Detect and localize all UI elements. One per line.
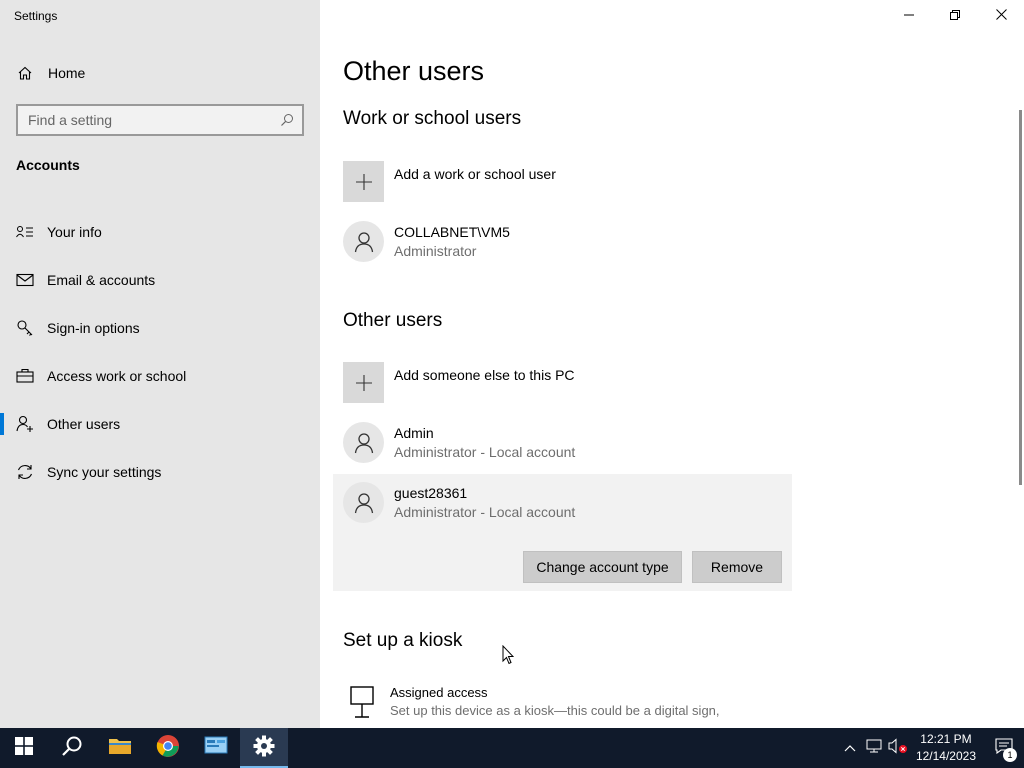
other-users-heading: Other users <box>343 310 443 331</box>
user-name: Admin <box>394 425 434 441</box>
user-avatar-icon <box>343 482 384 523</box>
page-title: Other users <box>343 56 485 86</box>
user-item-guest28361[interactable]: guest28361 Administrator - Local account <box>343 482 791 526</box>
sidebar-item-label: Your info <box>47 224 102 240</box>
chrome-icon <box>156 734 180 763</box>
windows-logo-icon <box>15 736 33 760</box>
sidebar-item-your-info[interactable]: Your info <box>0 208 320 256</box>
key-icon <box>15 318 35 338</box>
briefcase-icon <box>15 366 35 386</box>
search-icon[interactable] <box>280 113 294 127</box>
taskbar-search-button[interactable] <box>48 728 96 768</box>
settings-taskbar-button[interactable] <box>240 728 288 768</box>
folder-icon <box>108 736 132 761</box>
system-tray: 12:21 PM 12/14/2023 1 <box>838 728 1024 768</box>
show-hidden-icons-button[interactable] <box>838 728 862 768</box>
sidebar-item-sync-settings[interactable]: Sync your settings <box>0 448 320 496</box>
taskbar: 12:21 PM 12/14/2023 1 <box>0 728 1024 768</box>
sidebar-item-label: Other users <box>47 416 121 432</box>
notification-count-badge: 1 <box>1003 748 1017 762</box>
kiosk-heading: Set up a kiosk <box>343 630 463 651</box>
sync-icon <box>15 462 35 482</box>
control-panel-icon <box>204 735 228 762</box>
minimize-button[interactable] <box>886 0 932 32</box>
add-work-school-user-label: Add a work or school user <box>394 166 556 182</box>
search-input[interactable] <box>18 112 268 128</box>
file-explorer-button[interactable] <box>96 728 144 768</box>
sidebar-nav: Your info Email & accounts Sign-in optio… <box>0 208 320 496</box>
add-person-icon <box>15 414 35 434</box>
action-center-button[interactable]: 1 <box>984 728 1024 768</box>
mouse-cursor-icon <box>502 644 515 670</box>
section-title: Accounts <box>16 157 80 173</box>
network-icon <box>866 739 882 758</box>
close-icon <box>995 7 1007 25</box>
search-box[interactable] <box>16 104 304 136</box>
contact-card-icon <box>15 222 35 242</box>
add-someone-else-button[interactable]: Add someone else to this PC <box>343 362 791 406</box>
sidebar: Settings Home Accounts Your info Email &… <box>0 0 320 728</box>
assigned-access-description: Set up this device as a kiosk—this could… <box>390 703 720 718</box>
home-icon <box>16 64 34 82</box>
home-nav-item[interactable]: Home <box>0 58 320 88</box>
sidebar-item-label: Sync your settings <box>47 464 162 480</box>
volume-button[interactable] <box>886 728 910 768</box>
control-panel-button[interactable] <box>192 728 240 768</box>
chevron-up-icon <box>844 739 856 757</box>
work-school-heading: Work or school users <box>343 108 522 129</box>
start-button[interactable] <box>0 728 48 768</box>
app-title: Settings <box>14 9 58 23</box>
sidebar-item-email-accounts[interactable]: Email & accounts <box>0 256 320 304</box>
plus-icon <box>343 161 384 202</box>
user-role: Administrator - Local account <box>394 444 576 460</box>
add-work-school-user-button[interactable]: Add a work or school user <box>343 161 791 205</box>
kiosk-sign-icon <box>343 684 381 724</box>
clock[interactable]: 12:21 PM 12/14/2023 <box>916 731 976 765</box>
search-icon <box>61 735 83 762</box>
clock-time: 12:21 PM <box>920 732 972 746</box>
volume-muted-icon <box>888 737 908 759</box>
assigned-access-item[interactable]: Assigned access Set up this device as a … <box>343 684 763 728</box>
chrome-button[interactable] <box>144 728 192 768</box>
minimize-icon <box>904 7 914 25</box>
sidebar-item-label: Email & accounts <box>47 272 156 288</box>
close-button[interactable] <box>978 0 1024 32</box>
window-controls <box>886 0 1024 32</box>
network-button[interactable] <box>862 728 886 768</box>
change-account-type-button[interactable]: Change account type <box>523 551 682 583</box>
mail-icon <box>15 270 35 290</box>
sidebar-item-access-work-or-school[interactable]: Access work or school <box>0 352 320 400</box>
user-role: Administrator - Local account <box>394 504 576 520</box>
clock-date: 12/14/2023 <box>915 749 976 763</box>
remove-button[interactable]: Remove <box>692 551 782 583</box>
user-avatar-icon <box>343 221 384 262</box>
add-someone-else-label: Add someone else to this PC <box>394 367 575 383</box>
assigned-access-title: Assigned access <box>390 685 488 700</box>
user-item-admin[interactable]: Admin Administrator - Local account <box>343 422 791 466</box>
user-role: Administrator <box>394 243 477 259</box>
user-name: guest28361 <box>394 485 468 501</box>
home-label: Home <box>48 65 86 81</box>
gear-icon <box>253 735 275 762</box>
user-name: COLLABNET\VM5 <box>394 224 510 240</box>
restore-icon <box>950 7 960 25</box>
restore-button[interactable] <box>932 0 978 32</box>
scrollbar[interactable] <box>1019 110 1022 485</box>
sidebar-item-sign-in-options[interactable]: Sign-in options <box>0 304 320 352</box>
sidebar-item-other-users[interactable]: Other users <box>0 400 320 448</box>
user-item-collabnet[interactable]: COLLABNET\VM5 Administrator <box>343 221 791 265</box>
sidebar-item-label: Sign-in options <box>47 320 140 336</box>
sidebar-item-label: Access work or school <box>47 368 187 384</box>
user-avatar-icon <box>343 422 384 463</box>
plus-icon <box>343 362 384 403</box>
